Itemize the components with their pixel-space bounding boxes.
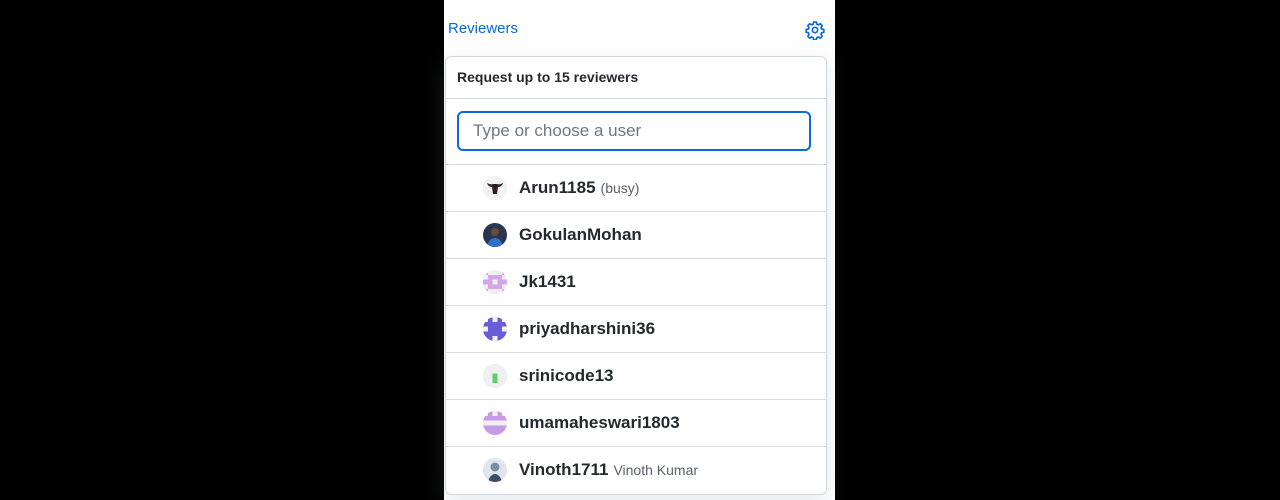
user-login-text: srinicode13 xyxy=(519,366,614,385)
reviewers-header: Reviewers xyxy=(444,0,835,58)
user-login: Arun1185 (busy) xyxy=(519,178,639,198)
identicon-icon xyxy=(483,317,507,341)
user-login-text: GokulanMohan xyxy=(519,225,642,244)
bull-avatar-icon xyxy=(483,176,507,200)
user-login: Jk1431 xyxy=(519,272,576,292)
user-login-text: priyadharshini36 xyxy=(519,319,656,338)
reviewers-sidebar: Reviewers Request up to 15 reviewers Typ… xyxy=(444,0,835,500)
reviewers-heading[interactable]: Reviewers xyxy=(448,20,518,37)
photo-avatar-icon xyxy=(483,458,507,482)
user-filter-input[interactable] xyxy=(457,111,811,151)
user-login-text: Jk1431 xyxy=(519,272,576,291)
user-login: umamaheswari1803 xyxy=(519,413,680,433)
user-login-text: Arun1185 xyxy=(519,178,596,197)
list-item[interactable]: Vinoth1711 Vinoth Kumar xyxy=(446,447,826,493)
user-status: (busy) xyxy=(600,180,640,196)
list-item[interactable]: srinicode13 xyxy=(446,353,826,400)
user-list: Arun1185 (busy) GokulanMohan Jk1431 priy… xyxy=(446,165,826,493)
user-login: srinicode13 xyxy=(519,366,614,386)
popover-title: Request up to 15 reviewers xyxy=(446,57,826,99)
user-login: GokulanMohan xyxy=(519,225,642,245)
list-item[interactable]: Arun1185 (busy) xyxy=(446,165,826,212)
user-login: priyadharshini36 xyxy=(519,319,655,339)
identicon-icon xyxy=(483,411,507,435)
user-login: Vinoth1711 Vinoth Kumar xyxy=(519,460,698,480)
gear-icon[interactable] xyxy=(805,20,825,41)
identicon-icon xyxy=(483,270,507,294)
user-login-text: umamaheswari1803 xyxy=(519,413,680,432)
photo-avatar-icon xyxy=(483,223,507,247)
filter-row xyxy=(446,99,826,165)
user-full-name: Vinoth Kumar xyxy=(613,462,699,478)
user-login-text: Vinoth1711 xyxy=(519,460,609,479)
list-item[interactable]: Jk1431 xyxy=(446,259,826,306)
list-item[interactable]: umamaheswari1803 xyxy=(446,400,826,447)
identicon-icon xyxy=(483,364,507,388)
reviewers-popover: Request up to 15 reviewers Arun1185(busy… xyxy=(445,56,827,495)
list-item[interactable]: priyadharshini36 xyxy=(446,306,826,353)
list-item[interactable]: GokulanMohan xyxy=(446,212,826,259)
